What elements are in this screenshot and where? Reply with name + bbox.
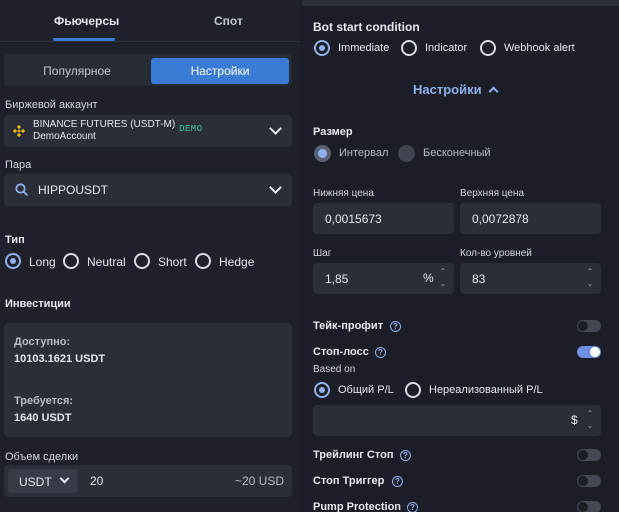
segment-settings[interactable]: Настройки xyxy=(151,58,289,84)
take-profit-label: Тейк-профит xyxy=(313,320,384,332)
size-interval-radio[interactable] xyxy=(314,145,331,162)
stop-trigger-toggle[interactable] xyxy=(577,475,601,487)
type-short-radio[interactable] xyxy=(134,253,150,269)
tabs-divider xyxy=(0,41,300,42)
chevron-down-icon xyxy=(269,122,282,135)
size-interval-label: Интервал xyxy=(339,147,389,159)
deal-volume-label: Объем сделки xyxy=(5,451,79,463)
chevron-up-icon xyxy=(488,86,499,97)
type-label: Тип xyxy=(5,234,25,246)
stop-trigger-info-icon[interactable]: ? xyxy=(392,476,403,487)
levels-spinner-up[interactable]: ⌃ xyxy=(586,268,594,276)
deal-volume-approx: ~20 USD xyxy=(234,474,284,488)
currency-value: USDT xyxy=(19,475,52,489)
type-hedge-radio[interactable] xyxy=(195,253,211,269)
type-long-label: Long xyxy=(29,255,56,269)
start-immediate-label: Immediate xyxy=(338,42,390,54)
available-label: Доступно: xyxy=(14,336,71,348)
chevron-down-icon xyxy=(59,473,70,484)
type-neutral-radio[interactable] xyxy=(63,253,79,269)
levels-input[interactable]: 83 ⌃ ⌄ xyxy=(460,263,601,294)
bot-start-label: Bot start condition xyxy=(313,20,420,34)
stop-loss-info-icon[interactable]: ? xyxy=(375,347,386,358)
step-label: Шаг xyxy=(313,248,332,259)
stop-loss-spinner-up[interactable]: ⌃ xyxy=(586,410,594,418)
currency-select[interactable]: USDT xyxy=(8,469,78,493)
start-indicator-radio[interactable] xyxy=(401,40,417,56)
upper-price-value: 0,0072878 xyxy=(472,212,529,226)
stop-loss-toggle[interactable] xyxy=(577,346,601,358)
type-short-label: Short xyxy=(158,255,187,269)
levels-spinner-down[interactable]: ⌄ xyxy=(586,280,594,288)
mode-segmented-control: Популярное Настройки xyxy=(4,54,292,86)
start-webhook-label: Webhook alert xyxy=(504,42,575,54)
based-on-unrealized-pl-radio[interactable] xyxy=(405,382,421,398)
levels-label: Кол-во уровней xyxy=(460,248,532,259)
based-on-total-pl-label: Общий P/L xyxy=(338,384,394,396)
pair-value: HIPPOUSDT xyxy=(38,183,109,197)
lower-price-value: 0,0015673 xyxy=(325,212,382,226)
levels-value: 83 xyxy=(472,272,486,286)
pair-label: Пара xyxy=(5,159,32,171)
pair-select[interactable]: HIPPOUSDT xyxy=(4,174,292,206)
segment-popular[interactable]: Популярное xyxy=(8,58,146,84)
trailing-stop-toggle[interactable] xyxy=(577,449,601,461)
active-tab-indicator xyxy=(53,38,115,41)
type-long-radio[interactable] xyxy=(5,253,21,269)
binance-icon xyxy=(12,124,26,138)
deal-volume-field: USDT 20 ~20 USD xyxy=(4,465,292,497)
based-on-total-pl-radio[interactable] xyxy=(314,382,330,398)
lower-price-label: Нижняя цена xyxy=(313,188,374,199)
upper-price-label: Верхняя цена xyxy=(460,188,525,199)
based-on-unrealized-pl-label: Нереализованный P/L xyxy=(429,384,543,396)
exchange-account-name: DemoAccount xyxy=(33,131,96,142)
start-webhook-radio[interactable] xyxy=(480,40,496,56)
size-infinite-radio[interactable] xyxy=(398,145,415,162)
trailing-stop-label: Трейлинг Стоп xyxy=(313,449,394,461)
stop-loss-label: Стоп-лосс xyxy=(313,346,369,358)
take-profit-info-icon[interactable]: ? xyxy=(390,321,401,332)
pump-protection-label: Pump Protection xyxy=(313,501,402,512)
exchange-account-select[interactable]: BINANCE FUTURES (USDT-M) DemoAccount DEM… xyxy=(4,115,292,147)
stop-loss-spinner-down[interactable]: ⌄ xyxy=(586,422,594,430)
exchange-account-label: Биржевой аккаунт xyxy=(5,99,98,111)
take-profit-toggle[interactable] xyxy=(577,320,601,332)
tab-spot[interactable]: Спот xyxy=(214,14,243,28)
pump-protection-info-icon[interactable]: ? xyxy=(407,502,418,512)
stop-loss-value-input[interactable]: $ ⌃ ⌄ xyxy=(313,405,601,436)
stop-loss-currency: $ xyxy=(571,413,578,427)
size-infinite-label: Бесконечный xyxy=(423,147,491,159)
scroll-edge xyxy=(302,0,619,6)
settings-toggle-label: Настройки xyxy=(413,82,482,97)
demo-badge: DEMO xyxy=(179,124,203,134)
deal-volume-input[interactable]: 20 xyxy=(90,474,103,488)
size-label: Размер xyxy=(313,126,353,138)
step-input[interactable]: 1,85 % ⌃ ⌄ xyxy=(313,263,454,294)
exchange-name: BINANCE FUTURES (USDT-M) xyxy=(33,119,176,130)
start-indicator-label: Indicator xyxy=(425,42,468,54)
lower-price-input[interactable]: 0,0015673 xyxy=(313,203,454,234)
chevron-down-icon xyxy=(269,181,282,194)
tab-futures[interactable]: Фьючерсы xyxy=(54,14,119,28)
step-unit: % xyxy=(423,271,434,285)
trailing-stop-info-icon[interactable]: ? xyxy=(400,450,411,461)
search-icon xyxy=(15,183,29,200)
based-on-label: Based on xyxy=(313,364,356,375)
required-label: Требуется: xyxy=(14,395,74,407)
step-spinner-up[interactable]: ⌃ xyxy=(439,268,447,276)
type-neutral-label: Neutral xyxy=(87,255,126,269)
pump-protection-toggle[interactable] xyxy=(577,501,601,512)
upper-price-input[interactable]: 0,0072878 xyxy=(460,203,601,234)
investments-label: Инвестиции xyxy=(5,298,71,310)
type-hedge-label: Hedge xyxy=(219,255,255,269)
investments-card: Доступно: 10103.1621 USDT Требуется: 164… xyxy=(4,323,292,437)
stop-trigger-label: Стоп Триггер xyxy=(313,475,385,487)
step-value: 1,85 xyxy=(325,272,349,286)
step-spinner-down[interactable]: ⌄ xyxy=(439,280,447,288)
settings-collapse-toggle[interactable]: Настройки xyxy=(413,82,499,97)
start-immediate-radio[interactable] xyxy=(314,40,330,56)
required-value: 1640 USDT xyxy=(14,412,72,424)
available-value: 10103.1621 USDT xyxy=(14,353,106,365)
